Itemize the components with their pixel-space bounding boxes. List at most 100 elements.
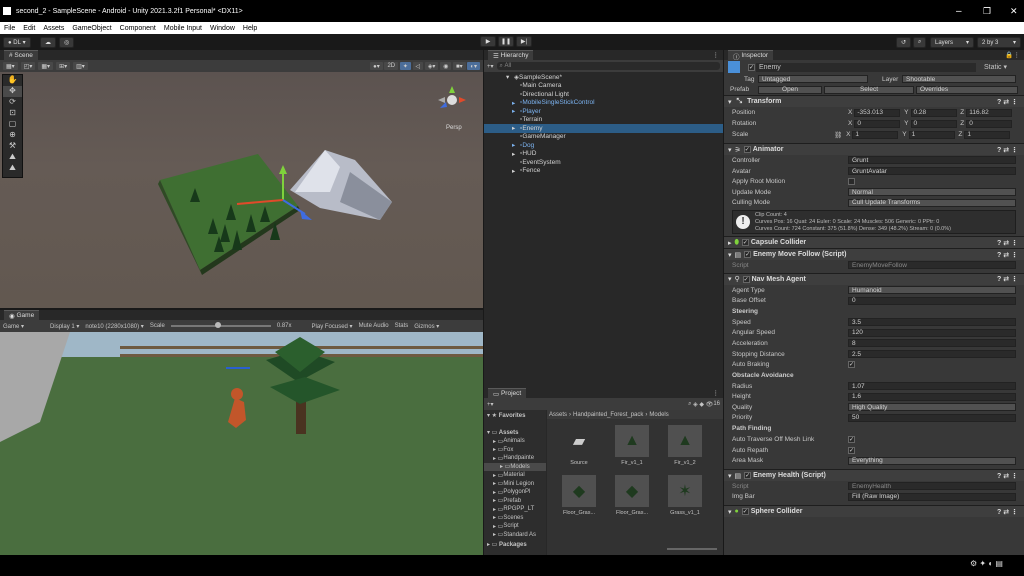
scene-viewport[interactable]: ✋ ✥ ⟳ ⊡ ▢ ⊕ ⚒ ⛰ ⛰ Persp (0, 72, 483, 308)
acceleration-field[interactable]: 8 (848, 339, 1016, 348)
auto-repath-checkbox[interactable]: ✓ (848, 446, 855, 454)
play-focused-dropdown[interactable]: Play Focused ▾ (312, 323, 353, 330)
snap-button[interactable]: ⊞▾ (56, 62, 71, 70)
project-tree-item[interactable]: ▸ ▭ Handpainte (484, 454, 546, 463)
scene-gizmo-icon[interactable] (430, 82, 470, 116)
object-name-field[interactable]: Enemy (756, 62, 976, 72)
render-mode-button[interactable]: ◰▾ (20, 62, 36, 70)
fold-arrow-icon[interactable]: ▾ (506, 73, 514, 81)
capsule-collider-header[interactable]: ▸ ⬮ ✓ Capsule Collider ? ⇄ ⋮ (724, 236, 1024, 249)
close-button[interactable]: ✕ (1010, 6, 1018, 17)
hierarchy-item[interactable]: ▸ ▫ Enemy (484, 124, 723, 133)
hierarchy-item[interactable]: ▫ GameManager (484, 133, 723, 142)
project-tree-item[interactable]: ▸ ▭ Material (484, 471, 546, 480)
stats-toggle[interactable]: Stats (395, 323, 409, 329)
asset-item[interactable]: ◆ Floor_Gras... (557, 475, 601, 516)
animator-enabled-checkbox[interactable]: ✓ (743, 146, 751, 154)
img-bar-field[interactable]: Fill (Raw Image) (848, 492, 1016, 501)
draw-mode-button[interactable]: ▦▾ (3, 62, 18, 70)
radius-field[interactable]: 1.07 (848, 382, 1016, 391)
auto-braking-checkbox[interactable]: ✓ (848, 361, 855, 369)
speed-field[interactable]: 3.5 (848, 318, 1016, 327)
emf-enabled-checkbox[interactable]: ✓ (744, 251, 752, 259)
hidden-toggle-icon[interactable]: ◉ (440, 62, 452, 70)
position-y[interactable]: 0.28 (910, 108, 957, 117)
tab-project[interactable]: ▭ Project (488, 388, 527, 398)
tab-inspector[interactable]: ⓘ Inspector (728, 50, 774, 61)
zoom-slider[interactable] (667, 548, 717, 550)
scale-slider-handle[interactable] (214, 322, 221, 328)
more-icon[interactable]: ⋮ (713, 51, 720, 59)
project-tree-item[interactable]: ▸ ▭ RPGPP_LT (484, 505, 546, 514)
component-menu-icon[interactable]: ? ⇄ ⋮ (997, 146, 1018, 154)
capsule-enabled-checkbox[interactable]: ✓ (741, 239, 749, 247)
gizmos-dropdown[interactable]: Gizmos ▾ (414, 323, 439, 330)
project-tree-item[interactable]: ▸ ▭ PolygonPl (484, 488, 546, 497)
transform-header[interactable]: ▾ ⤡ Transform ? ⇄ ⋮ (724, 95, 1024, 108)
account-button[interactable]: ● DL ▾ (3, 37, 31, 48)
step-button[interactable]: ▶| (516, 36, 532, 47)
height-field[interactable]: 1.6 (848, 392, 1016, 401)
stopping-distance-field[interactable]: 2.5 (848, 350, 1016, 359)
project-tree-item[interactable]: ▸ ▭ Models (484, 462, 546, 471)
root-motion-checkbox[interactable] (848, 178, 855, 186)
minimize-button[interactable]: – (956, 6, 962, 17)
mute-audio-toggle[interactable]: Mute Audio (359, 323, 389, 329)
scale-slider[interactable] (170, 322, 271, 328)
assets-item[interactable]: ▾ ▭ Assets (484, 421, 546, 437)
enemy-move-follow-header[interactable]: ▾ ▤ ✓ Enemy Move Follow (Script) ? ⇄ ⋮ (724, 248, 1024, 261)
component-menu-icon[interactable]: ? ⇄ ⋮ (997, 508, 1018, 516)
project-tree-item[interactable]: ▸ ▭ Script (484, 522, 546, 531)
prefab-select-button[interactable]: Select (824, 85, 914, 94)
fold-arrow-icon[interactable]: ▸ (512, 99, 520, 107)
scale-y[interactable]: 1 (908, 130, 955, 139)
play-button[interactable]: ▶ (480, 36, 496, 47)
menu-mobile-input[interactable]: Mobile Input (164, 25, 202, 32)
scale-x[interactable]: 1 (852, 130, 899, 139)
quality-dropdown[interactable]: High Quality (848, 403, 1016, 412)
breadcrumb-forest-pack[interactable]: Handpainted_Forest_pack (573, 412, 643, 418)
cloud-button[interactable]: ☁ (40, 37, 56, 48)
base-offset-field[interactable]: 0 (848, 296, 1016, 305)
menu-component[interactable]: Component (120, 25, 156, 32)
layers-dropdown[interactable]: Layers ▾ (930, 37, 974, 48)
hierarchy-item[interactable]: ▸ ▫ Player (484, 107, 723, 116)
breadcrumb-assets[interactable]: Assets (549, 412, 567, 418)
perspective-label[interactable]: Persp (446, 125, 462, 131)
asset-item[interactable]: ◆ Floor_Gras... (610, 475, 654, 516)
update-mode-dropdown[interactable]: Normal (848, 188, 1016, 197)
mode-2d-button[interactable]: 2D (384, 62, 399, 70)
hierarchy-search-input[interactable]: ⌕ All (496, 62, 720, 70)
tab-game[interactable]: ◉ Game (4, 310, 40, 320)
add-icon[interactable]: +▾ (487, 401, 494, 408)
component-menu-icon[interactable]: ? ⇄ ⋮ (997, 98, 1018, 106)
culling-mode-dropdown[interactable]: Cull Update Transforms (848, 198, 1016, 207)
rotation-x[interactable]: 0 (854, 119, 901, 128)
project-tree-item[interactable]: ▸ ▭ Scenes (484, 514, 546, 523)
grid-button[interactable]: ▦▾ (38, 62, 54, 70)
pause-button[interactable]: ❚❚ (498, 36, 514, 47)
area-mask-dropdown[interactable]: Everything (848, 456, 1016, 465)
hierarchy-item[interactable]: ▫ Main Camera (484, 82, 723, 91)
component-menu-icon[interactable]: ? ⇄ ⋮ (997, 275, 1018, 283)
active-checkbox[interactable]: ✓ (748, 63, 755, 71)
effects-toggle-icon[interactable]: ◈▾ (424, 62, 439, 70)
tab-scene[interactable]: # Scene (4, 50, 38, 60)
fold-arrow-icon[interactable]: ▸ (512, 124, 520, 132)
rotation-y[interactable]: 0 (910, 119, 957, 128)
hierarchy-item[interactable]: ▸ ▫ MobileSingleStickControl (484, 99, 723, 108)
static-toggle[interactable]: Static ▾ (984, 63, 1007, 71)
hierarchy-item[interactable]: ▸ ▫ Dog (484, 141, 723, 150)
audio-toggle-icon[interactable]: ◁ (412, 62, 424, 70)
prefab-open-button[interactable]: Open (758, 85, 822, 94)
asset-item[interactable]: ▰ Source (557, 425, 601, 466)
nav-enabled-checkbox[interactable]: ✓ (742, 275, 750, 283)
link-icon[interactable]: ⛓ (834, 131, 842, 139)
add-icon[interactable]: +▾ (487, 63, 494, 70)
component-menu-icon[interactable]: ? ⇄ ⋮ (997, 472, 1018, 480)
favorites-item[interactable]: ▾ ★ Favorites (484, 410, 546, 421)
tag-dropdown[interactable]: Untagged (758, 75, 868, 84)
project-tree-item[interactable]: ▸ ▭ Prefab (484, 497, 546, 506)
hierarchy-item[interactable]: ▸ ▫ Fence (484, 167, 723, 176)
lock-icon[interactable]: 🔒⋮ (1005, 51, 1020, 59)
